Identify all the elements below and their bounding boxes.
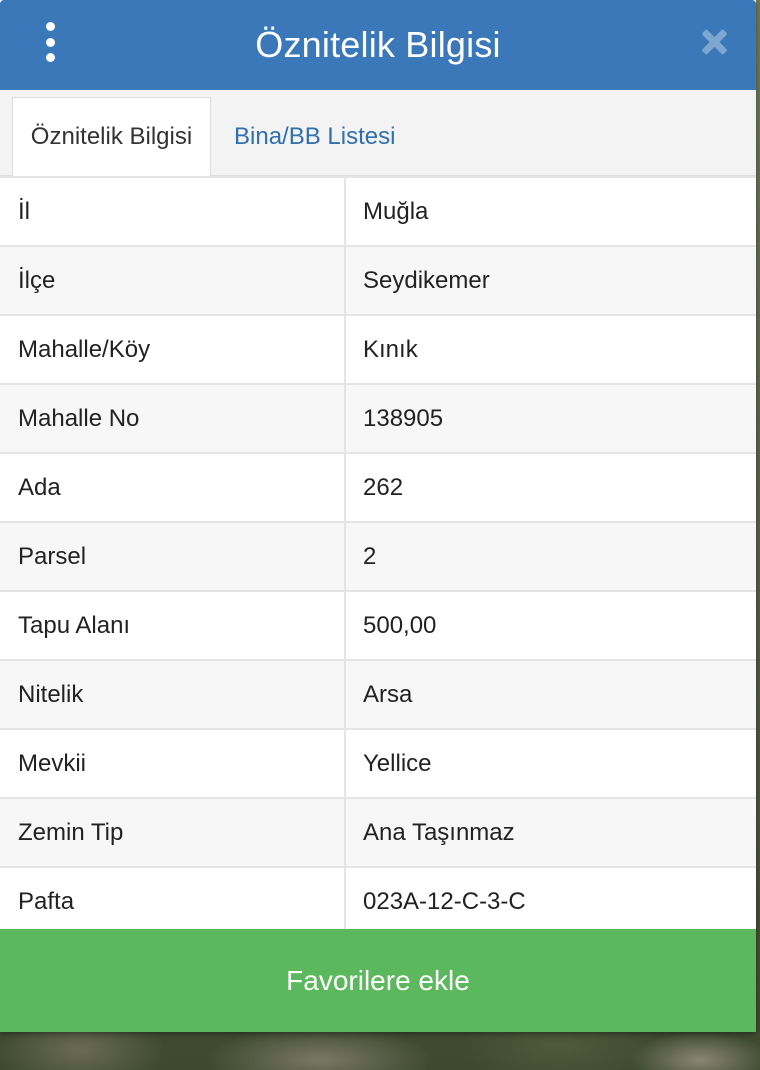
attribute-value: Kınık	[363, 335, 418, 363]
table-row: Mahalle No 138905	[0, 383, 756, 452]
attribute-value: Muğla	[363, 197, 429, 225]
attribute-key: İlçe	[0, 247, 346, 314]
add-to-favorites-button[interactable]: Favorilere ekle	[0, 929, 756, 1032]
close-icon[interactable]	[700, 28, 728, 56]
tab-bar: Öznitelik Bilgisi Bina/BB Listesi	[0, 90, 756, 176]
attribute-table: İl Muğla İlçe Seydikemer Mahalle/Köy Kın…	[0, 176, 756, 935]
table-row: Tapu Alanı 500,00	[0, 590, 756, 659]
attribute-key: Mahalle No	[0, 385, 346, 452]
table-row: Mahalle/Köy Kınık	[0, 314, 756, 383]
attribute-value: Arsa	[363, 680, 413, 708]
attribute-key: Nitelik	[0, 661, 346, 728]
attribute-key: Pafta	[0, 868, 346, 935]
attribute-value: 138905	[363, 404, 444, 432]
attribute-value: Seydikemer	[363, 266, 490, 294]
attribute-key: İl	[0, 178, 346, 245]
vertical-dots-icon[interactable]	[36, 22, 64, 62]
dialog-title: Öznitelik Bilgisi	[255, 24, 501, 65]
attribute-key: Parsel	[0, 523, 346, 590]
attribute-key: Mevkii	[0, 730, 346, 797]
attribute-value: Yellice	[363, 749, 432, 777]
attribute-key: Ada	[0, 454, 346, 521]
table-row: Nitelik Arsa	[0, 659, 756, 728]
table-row: Parsel 2	[0, 521, 756, 590]
attribute-value: 262	[363, 473, 404, 501]
attribute-value: 2	[363, 542, 377, 570]
attribute-key: Tapu Alanı	[0, 592, 346, 659]
table-row: Ada 262	[0, 452, 756, 521]
attribute-value: Ana Taşınmaz	[363, 818, 515, 846]
tab-attribute-info[interactable]: Öznitelik Bilgisi	[12, 97, 211, 176]
table-row: İl Muğla	[0, 176, 756, 245]
tab-building-list[interactable]: Bina/BB Listesi	[234, 97, 395, 176]
table-row: Pafta 023A-12-C-3-C	[0, 866, 756, 935]
attribute-key: Zemin Tip	[0, 799, 346, 866]
table-row: Zemin Tip Ana Taşınmaz	[0, 797, 756, 866]
attribute-value: 500,00	[363, 611, 437, 639]
attribute-key: Mahalle/Köy	[0, 316, 346, 383]
dialog-header: Öznitelik Bilgisi	[0, 0, 756, 90]
table-row: Mevkii Yellice	[0, 728, 756, 797]
attribute-value: 023A-12-C-3-C	[363, 887, 526, 915]
table-row: İlçe Seydikemer	[0, 245, 756, 314]
attribute-info-dialog: Öznitelik Bilgisi Öznitelik Bilgisi Bina…	[0, 0, 756, 1032]
